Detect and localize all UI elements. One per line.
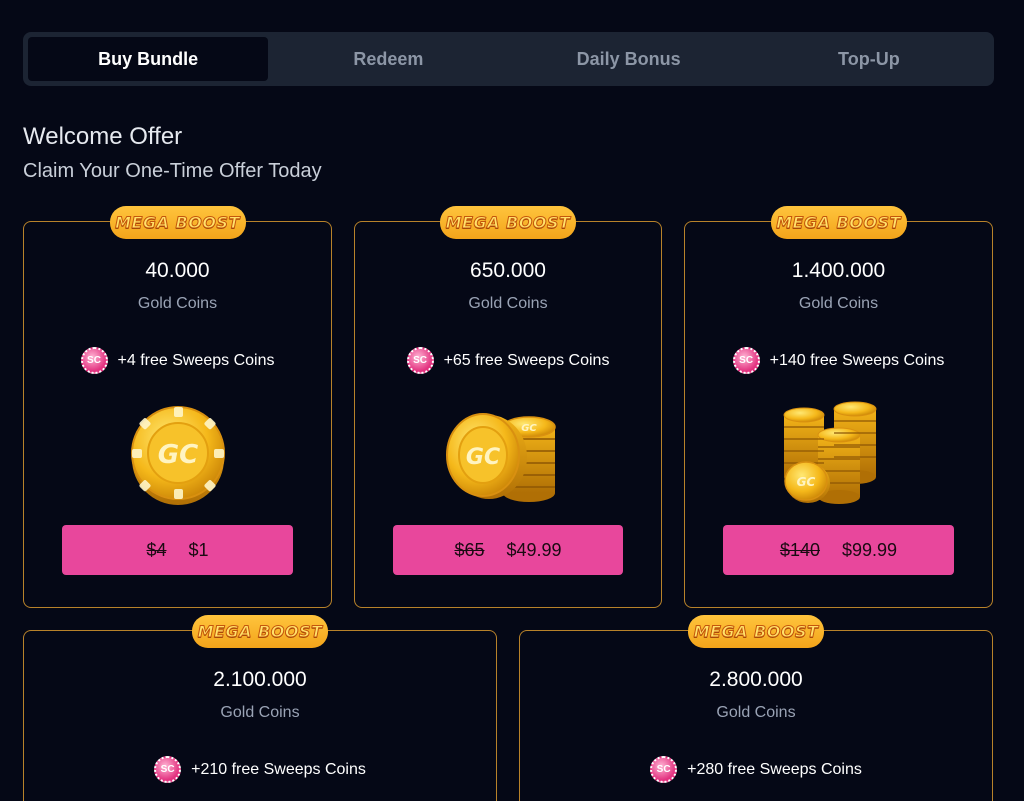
sweeps-bonus-label: +210 free Sweeps Coins — [191, 760, 366, 778]
offer-card: MEGA BOOST 1.400.000 Gold Coins SC +140 … — [684, 206, 993, 608]
tab-top-up[interactable]: Top-Up — [749, 37, 989, 81]
section-title: Welcome Offer — [23, 123, 183, 150]
sweeps-bonus: SC +280 free Sweeps Coins — [520, 756, 992, 783]
mega-boost-badge: MEGA BOOST — [688, 615, 824, 648]
old-price: $65 — [454, 539, 485, 560]
old-price: $140 — [779, 539, 820, 560]
sweeps-bonus: SC +210 free Sweeps Coins — [24, 756, 496, 783]
sweeps-bonus: SC +4 free Sweeps Coins — [24, 347, 331, 374]
sweeps-coin-icon: SC — [80, 347, 108, 374]
buy-button[interactable]: $65 $49.99 — [393, 525, 623, 575]
mega-boost-badge: MEGA BOOST — [440, 206, 576, 239]
sweeps-coin-icon: SC — [732, 347, 760, 374]
buy-button[interactable]: $140 $99.99 — [723, 525, 954, 575]
mega-boost-badge: MEGA BOOST — [109, 206, 246, 239]
coin-amount: 40.000 — [145, 259, 210, 282]
sweeps-bonus: SC +65 free Sweeps Coins — [355, 347, 661, 374]
sweeps-bonus-label: +65 free Sweeps Coins — [443, 351, 610, 369]
offer-card: MEGA BOOST 650.000 Gold Coins SC +65 fre… — [354, 206, 662, 608]
sweeps-coin-icon: SC — [406, 347, 434, 374]
coin-amount: 650.000 — [470, 259, 546, 282]
svg-text:GC: GC — [466, 445, 500, 470]
old-price: $4 — [146, 539, 167, 560]
sale-price: $1 — [188, 539, 209, 560]
bundle-tabs: Buy Bundle Redeem Daily Bonus Top-Up — [23, 32, 994, 86]
coin-amount: 2.800.000 — [709, 668, 803, 691]
sweeps-coin-icon: SC — [154, 756, 182, 783]
gold-coin-icon: GC — [130, 406, 225, 505]
svg-text:GC: GC — [521, 423, 537, 434]
offer-card: MEGA BOOST 2.100.000 Gold Coins SC +210 … — [23, 615, 497, 801]
coin-unit: Gold Coins — [220, 704, 300, 721]
sweeps-bonus-label: +4 free Sweeps Coins — [117, 351, 275, 369]
sweeps-bonus-label: +140 free Sweeps Coins — [769, 351, 945, 369]
sweeps-bonus: SC +140 free Sweeps Coins — [685, 347, 992, 374]
coin-amount: 2.100.000 — [213, 668, 307, 691]
svg-text:GC: GC — [157, 440, 197, 470]
coin-amount: 1.400.000 — [791, 259, 886, 282]
coin-unit: Gold Coins — [798, 295, 879, 312]
tab-redeem[interactable]: Redeem — [268, 37, 508, 81]
tab-buy-bundle[interactable]: Buy Bundle — [28, 37, 269, 81]
coin-unit: Gold Coins — [468, 295, 548, 312]
svg-text:GC: GC — [796, 475, 815, 489]
offer-card: MEGA BOOST 2.800.000 Gold Coins SC +280 … — [519, 615, 993, 801]
tab-daily-bonus[interactable]: Daily Bonus — [509, 37, 749, 81]
sweeps-bonus-label: +280 free Sweeps Coins — [687, 760, 862, 778]
gold-coin-piles-icon: GC — [783, 401, 876, 504]
buy-button[interactable]: $4 $1 — [62, 525, 293, 575]
sale-price: $49.99 — [506, 539, 562, 560]
mega-boost-badge: MEGA BOOST — [192, 615, 328, 648]
sale-price: $99.99 — [841, 539, 898, 560]
mega-boost-badge: MEGA BOOST — [770, 206, 907, 239]
coin-unit: Gold Coins — [716, 704, 796, 721]
section-subtitle: Claim Your One-Time Offer Today — [23, 160, 322, 182]
gold-coin-stack-icon: GC GC — [446, 413, 556, 502]
offer-card: MEGA BOOST 40.000 Gold Coins SC +4 free … — [23, 206, 332, 608]
coin-unit: Gold Coins — [137, 295, 218, 312]
sweeps-coin-icon: SC — [650, 756, 678, 783]
